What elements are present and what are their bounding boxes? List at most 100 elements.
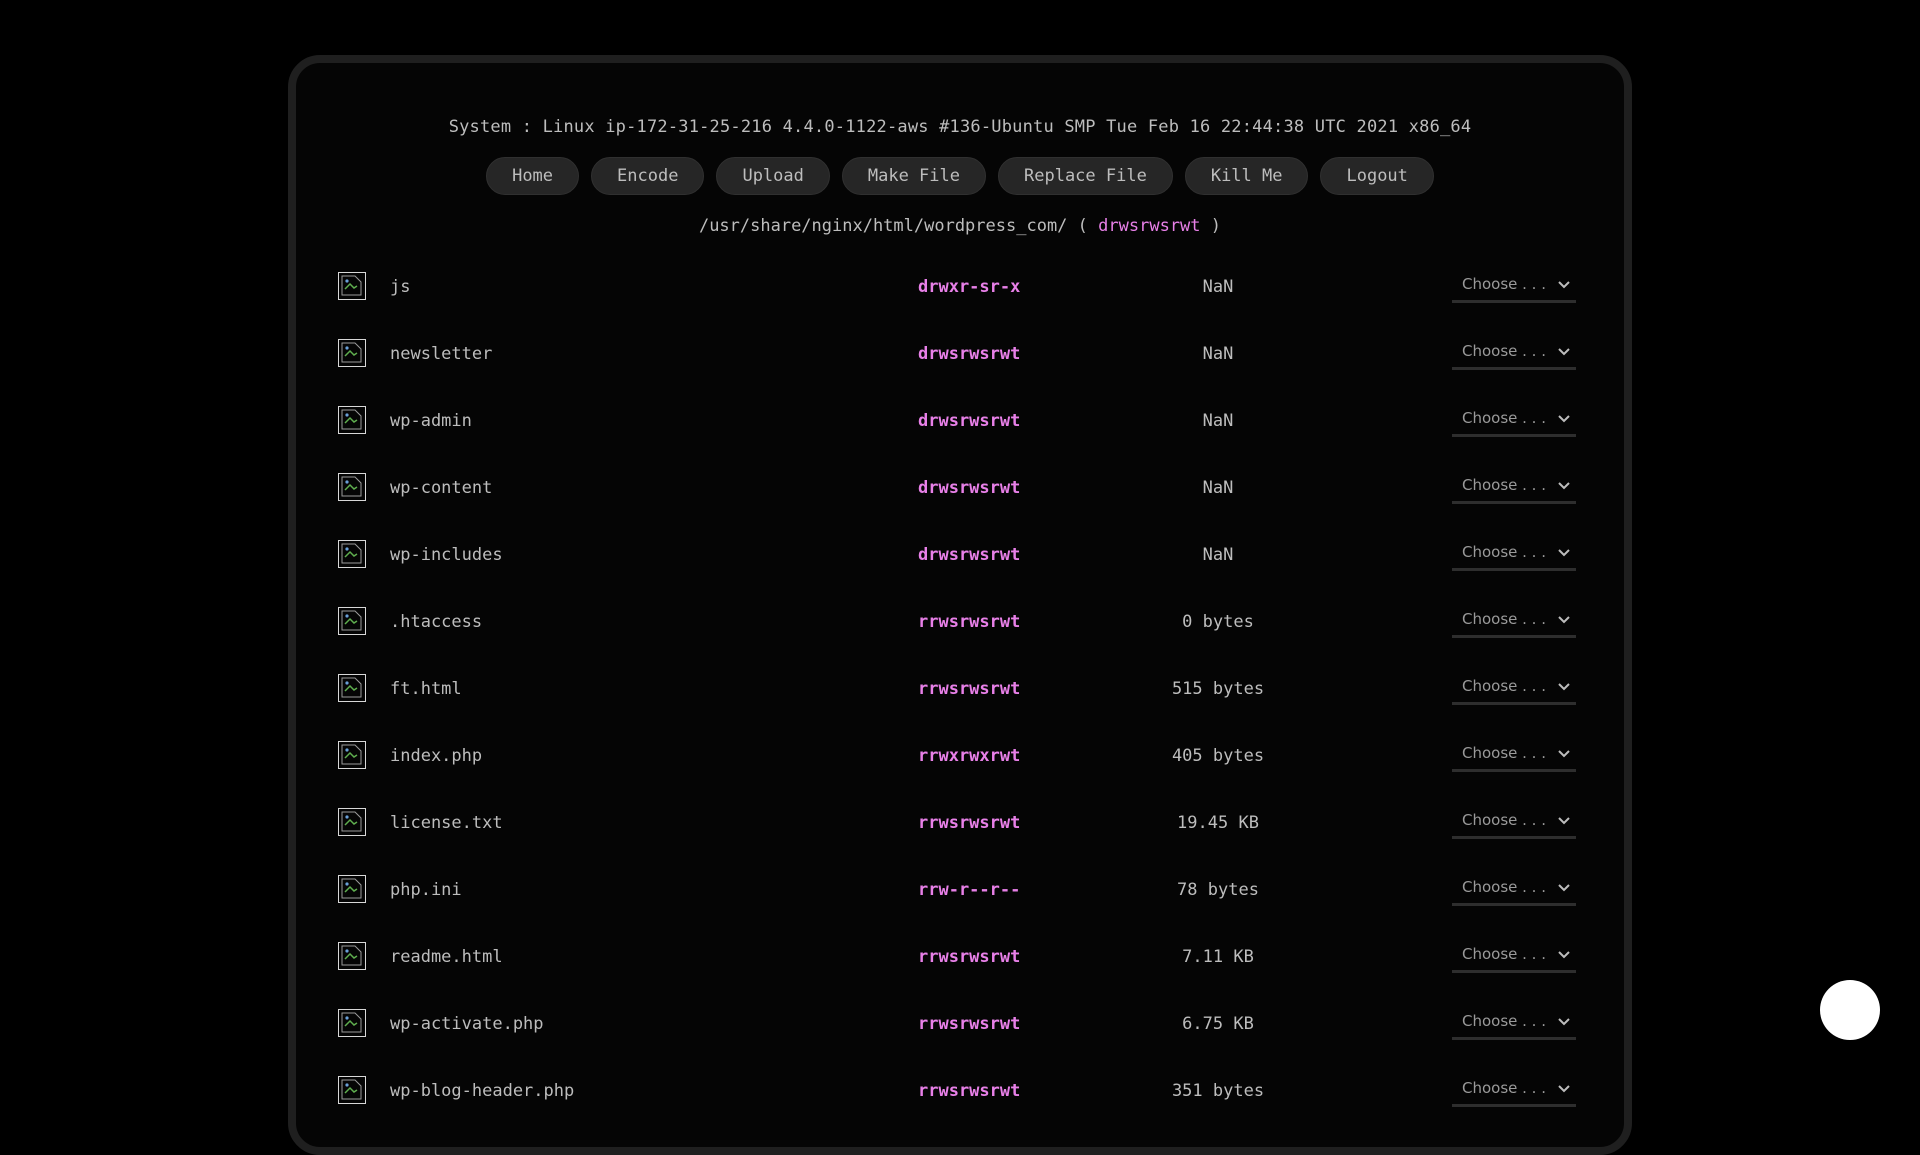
file-action-select[interactable]: Choose . . . [1452, 338, 1576, 370]
file-action-select[interactable]: Choose . . . [1452, 472, 1576, 504]
broken-image-icon [338, 339, 366, 367]
file-action-select-value: Choose . . . [1462, 610, 1546, 628]
encode-button[interactable]: Encode [591, 157, 705, 195]
chevron-down-icon [1558, 549, 1570, 557]
file-action-select-value: Choose . . . [1462, 543, 1546, 561]
file-action-select[interactable]: Choose . . . [1452, 1008, 1576, 1040]
file-action-select[interactable]: Choose . . . [1452, 673, 1576, 705]
file-action-select-value: Choose . . . [1462, 275, 1546, 293]
replace-file-button[interactable]: Replace File [998, 157, 1173, 195]
file-action-select[interactable]: Choose . . . [1452, 539, 1576, 571]
broken-image-icon [338, 942, 366, 970]
file-size: 7.11 KB [1182, 947, 1254, 967]
file-row: wp-includes drwsrwsrwt NaN Choose . . . [338, 531, 1608, 598]
file-size: NaN [1202, 277, 1234, 297]
file-row: newsletter drwsrwsrwt NaN Choose . . . [338, 330, 1608, 397]
broken-image-icon [338, 406, 366, 434]
file-name-link[interactable]: wp-admin [390, 411, 472, 431]
file-size: 405 bytes [1171, 746, 1265, 766]
file-permissions: drwsrwsrwt [918, 411, 1021, 431]
file-size: 0 bytes [1182, 612, 1254, 632]
file-action-select[interactable]: Choose . . . [1452, 405, 1576, 437]
broken-image-icon [338, 540, 366, 568]
chevron-down-icon [1558, 750, 1570, 758]
file-name-link[interactable]: .htaccess [390, 612, 482, 632]
path-paren-close: ) [1210, 216, 1222, 236]
file-row: js drwxr-sr-x NaN Choose . . . [338, 263, 1608, 330]
file-name-link[interactable]: php.ini [390, 880, 462, 900]
path-dir[interactable]: /usr/share/nginx/html/wordpress_com/ [699, 216, 1067, 236]
file-name-link[interactable]: index.php [390, 746, 482, 766]
file-size: 351 bytes [1171, 1081, 1265, 1101]
file-permissions: rrwsrwsrwt [918, 679, 1021, 699]
file-permissions: drwsrwsrwt [918, 545, 1021, 565]
file-name-link[interactable]: wp-content [390, 478, 492, 498]
file-permissions: rrwsrwsrwt [918, 1081, 1021, 1101]
chevron-down-icon [1558, 1018, 1570, 1026]
floating-circle-button[interactable] [1820, 980, 1880, 1040]
file-row: wp-admin drwsrwsrwt NaN Choose . . . [338, 397, 1608, 464]
file-permissions: rrwsrwsrwt [918, 813, 1021, 833]
file-action-select[interactable]: Choose . . . [1452, 807, 1576, 839]
chevron-down-icon [1558, 1085, 1570, 1093]
file-name-link[interactable]: js [390, 277, 410, 297]
chevron-down-icon [1558, 348, 1570, 356]
file-name-link[interactable]: license.txt [390, 813, 503, 833]
file-action-select[interactable]: Choose . . . [1452, 606, 1576, 638]
file-size: 78 bytes [1177, 880, 1259, 900]
file-action-select[interactable]: Choose . . . [1452, 874, 1576, 906]
upload-button[interactable]: Upload [716, 157, 830, 195]
file-action-select-value: Choose . . . [1462, 945, 1546, 963]
broken-image-icon [338, 875, 366, 903]
file-name-link[interactable]: ft.html [390, 679, 462, 699]
file-manager-panel: System : Linux ip-172-31-25-216 4.4.0-11… [288, 55, 1632, 1155]
home-button[interactable]: Home [486, 157, 580, 195]
file-name-link[interactable]: readme.html [390, 947, 503, 967]
file-size: NaN [1202, 344, 1234, 364]
nav-bar: Home Encode Upload Make File Replace Fil… [296, 157, 1624, 195]
file-action-select-value: Choose . . . [1462, 811, 1546, 829]
chevron-down-icon [1558, 415, 1570, 423]
file-name-link[interactable]: wp-includes [390, 545, 503, 565]
file-name-link[interactable]: newsletter [390, 344, 492, 364]
broken-image-icon [338, 1076, 366, 1104]
file-row: index.php rrwxrwxrwt 405 bytes Choose . . . [338, 732, 1608, 799]
file-name-link[interactable]: wp-activate.php [390, 1014, 544, 1034]
file-row: wp-activate.php rrwsrwsrwt 6.75 KB Choose .… [338, 1000, 1608, 1067]
broken-image-icon [338, 808, 366, 836]
file-row: wp-content drwsrwsrwt NaN Choose . . . [338, 464, 1608, 531]
chevron-down-icon [1558, 683, 1570, 691]
file-size: 19.45 KB [1177, 813, 1259, 833]
file-row: wp-blog-header.php rrwsrwsrwt 351 bytes Cho… [338, 1067, 1608, 1134]
file-row: php.ini rrw-r--r-- 78 bytes Choose . . . [338, 866, 1608, 933]
file-permissions: drwsrwsrwt [918, 344, 1021, 364]
file-list: js drwxr-sr-x NaN Choose . . . newsletter drw… [338, 263, 1608, 1134]
file-size: NaN [1202, 411, 1234, 431]
file-action-select[interactable]: Choose . . . [1452, 941, 1576, 973]
chevron-down-icon [1558, 482, 1570, 490]
file-action-select[interactable]: Choose . . . [1452, 740, 1576, 772]
chevron-down-icon [1558, 281, 1570, 289]
file-action-select-value: Choose . . . [1462, 744, 1546, 762]
file-permissions: rrwsrwsrwt [918, 612, 1021, 632]
file-permissions: drwxr-sr-x [918, 277, 1021, 297]
path-paren-open: ( [1077, 216, 1088, 236]
file-size: NaN [1202, 545, 1234, 565]
chevron-down-icon [1558, 817, 1570, 825]
broken-image-icon [338, 272, 366, 300]
file-action-select-value: Choose . . . [1462, 476, 1546, 494]
kill-me-button[interactable]: Kill Me [1184, 157, 1309, 195]
logout-button[interactable]: Logout [1320, 157, 1434, 195]
file-action-select-value: Choose . . . [1462, 677, 1546, 695]
file-name-link[interactable]: wp-blog-header.php [390, 1081, 574, 1101]
file-permissions: rrw-r--r-- [918, 880, 1021, 900]
file-row: readme.html rrwsrwsrwt 7.11 KB Choose . . . [338, 933, 1608, 1000]
file-action-select-value: Choose . . . [1462, 1079, 1546, 1097]
file-action-select[interactable]: Choose . . . [1452, 271, 1576, 303]
make-file-button[interactable]: Make File [841, 157, 986, 195]
file-size: 6.75 KB [1182, 1014, 1254, 1034]
file-action-select-value: Choose . . . [1462, 1012, 1546, 1030]
current-path: /usr/share/nginx/html/wordpress_com/ ( d… [296, 216, 1624, 236]
chevron-down-icon [1558, 616, 1570, 624]
broken-image-icon [338, 674, 366, 702]
